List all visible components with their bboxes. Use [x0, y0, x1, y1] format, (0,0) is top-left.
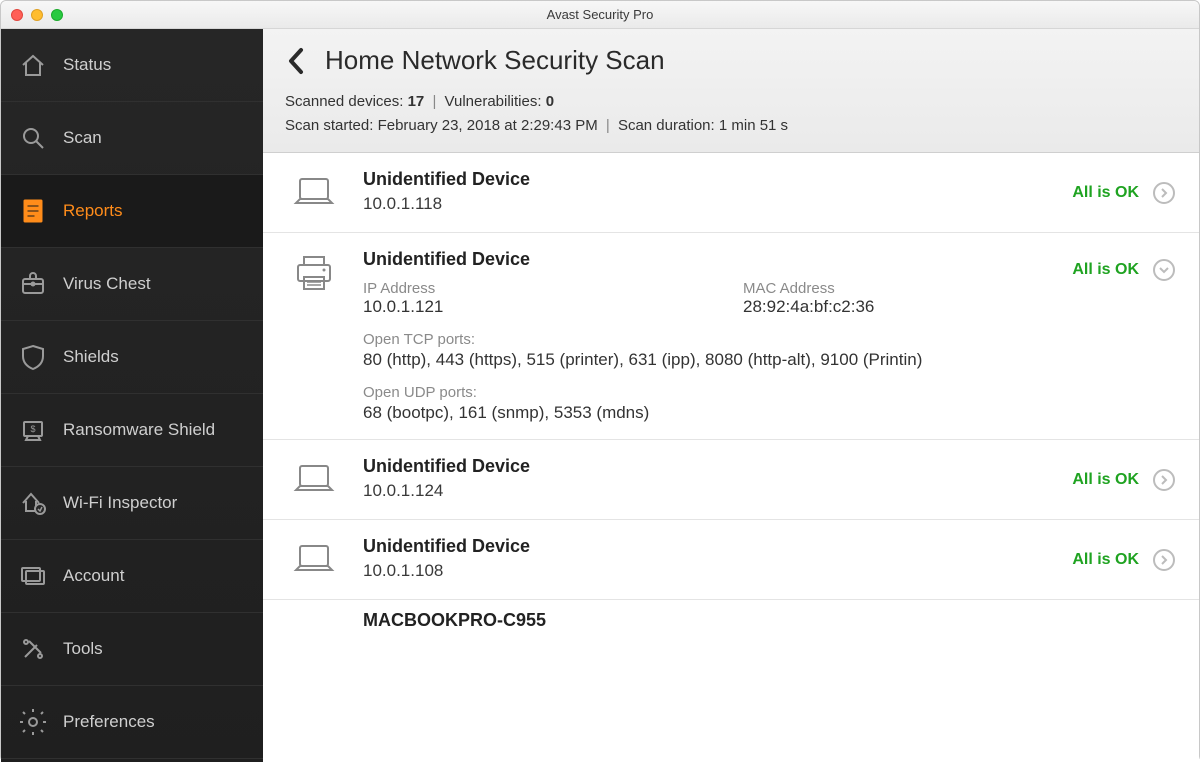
tcp-ports-label: Open TCP ports:	[363, 331, 1048, 348]
chevron-right-icon	[1159, 188, 1169, 198]
vuln-label: Vulnerabilities:	[445, 93, 542, 110]
device-ip: 10.0.1.118	[363, 194, 1048, 214]
wifi-icon	[19, 489, 47, 517]
device-name: Unidentified Device	[363, 169, 1048, 190]
status-badge: All is OK	[1072, 184, 1139, 202]
sidebar-item-label: Wi-Fi Inspector	[63, 493, 177, 513]
tcp-ports-value: 80 (http), 443 (https), 515 (printer), 6…	[363, 350, 1048, 370]
minimize-window-button[interactable]	[31, 9, 43, 21]
sidebar-item-label: Account	[63, 566, 124, 586]
device-ip: 10.0.1.121	[363, 297, 743, 317]
chevron-left-icon	[285, 46, 307, 76]
status-badge: All is OK	[1072, 261, 1139, 279]
scan-duration-label: Scan duration:	[618, 117, 715, 134]
page-title: Home Network Security Scan	[325, 45, 665, 76]
device-row[interactable]: Unidentified Device 10.0.1.124 All is OK	[263, 440, 1199, 520]
status-badge: All is OK	[1072, 471, 1139, 489]
search-icon	[19, 124, 47, 152]
scanned-label: Scanned devices:	[285, 93, 403, 110]
printer-icon	[292, 255, 336, 295]
sidebar-item-scan[interactable]: Scan	[1, 102, 263, 175]
sidebar: Status Scan Reports Virus Chest Shields …	[1, 29, 263, 762]
sidebar-item-account[interactable]: Account	[1, 540, 263, 613]
sidebar-item-label: Scan	[63, 128, 102, 148]
scan-started-value: February 23, 2018 at 2:29:43 PM	[378, 117, 598, 134]
close-window-button[interactable]	[11, 9, 23, 21]
device-list[interactable]: Unidentified Device 10.0.1.118 All is OK	[263, 153, 1199, 762]
ip-label: IP Address	[363, 280, 743, 297]
sidebar-item-wifi-inspector[interactable]: Wi-Fi Inspector	[1, 467, 263, 540]
expand-button[interactable]	[1153, 182, 1175, 204]
sidebar-item-label: Status	[63, 55, 111, 75]
device-name: Unidentified Device	[363, 536, 1048, 557]
window-title: Avast Security Pro	[1, 7, 1199, 22]
sidebar-item-ransomware-shield[interactable]: $ Ransomware Shield	[1, 394, 263, 467]
sidebar-item-label: Preferences	[63, 712, 155, 732]
sidebar-item-label: Virus Chest	[63, 274, 151, 294]
udp-ports-value: 68 (bootpc), 161 (snmp), 5353 (mdns)	[363, 403, 1048, 423]
chevron-right-icon	[1159, 555, 1169, 565]
device-row[interactable]: Unidentified Device IP Address 10.0.1.12…	[263, 233, 1199, 440]
chest-icon	[19, 270, 47, 298]
laptop-icon	[292, 542, 336, 578]
ransomware-shield-icon: $	[19, 416, 47, 444]
laptop-icon	[292, 462, 336, 498]
gear-icon	[19, 708, 47, 736]
laptop-icon	[292, 175, 336, 211]
sidebar-item-virus-chest[interactable]: Virus Chest	[1, 248, 263, 321]
chevron-right-icon	[1159, 475, 1169, 485]
device-ip: 10.0.1.124	[363, 481, 1048, 501]
main-header: Home Network Security Scan Scanned devic…	[263, 29, 1199, 153]
back-button[interactable]	[285, 46, 307, 76]
device-name: MACBOOKPRO-C955	[263, 600, 1199, 631]
sidebar-item-label: Reports	[63, 201, 123, 221]
udp-ports-label: Open UDP ports:	[363, 384, 1048, 401]
home-icon	[19, 51, 47, 79]
sidebar-item-label: Tools	[63, 639, 103, 659]
device-row[interactable]: Unidentified Device 10.0.1.118 All is OK	[263, 153, 1199, 233]
window-controls	[1, 9, 63, 21]
zoom-window-button[interactable]	[51, 9, 63, 21]
titlebar: Avast Security Pro	[1, 1, 1199, 29]
sidebar-item-reports[interactable]: Reports	[1, 175, 263, 248]
scan-stats: Scanned devices: 17 | Vulnerabilities: 0…	[263, 82, 1199, 152]
sidebar-item-status[interactable]: Status	[1, 29, 263, 102]
sidebar-item-shields[interactable]: Shields	[1, 321, 263, 394]
sidebar-item-preferences[interactable]: Preferences	[1, 686, 263, 759]
main-panel: Home Network Security Scan Scanned devic…	[263, 29, 1199, 762]
mac-label: MAC Address	[743, 280, 1048, 297]
device-name: Unidentified Device	[363, 456, 1048, 477]
expand-button[interactable]	[1153, 549, 1175, 571]
device-row[interactable]: Unidentified Device 10.0.1.108 All is OK	[263, 520, 1199, 600]
device-mac: 28:92:4a:bf:c2:36	[743, 297, 1048, 317]
scan-duration-value: 1 min 51 s	[719, 117, 788, 134]
scanned-count: 17	[408, 93, 425, 110]
sidebar-item-label: Shields	[63, 347, 119, 367]
sidebar-item-label: Ransomware Shield	[63, 420, 215, 440]
device-ip: 10.0.1.108	[363, 561, 1048, 581]
device-name: Unidentified Device	[363, 249, 1048, 270]
scan-started-label: Scan started:	[285, 117, 373, 134]
document-icon	[19, 197, 47, 225]
status-badge: All is OK	[1072, 551, 1139, 569]
sidebar-item-tools[interactable]: Tools	[1, 613, 263, 686]
tools-icon	[19, 635, 47, 663]
collapse-button[interactable]	[1153, 259, 1175, 281]
account-icon	[19, 562, 47, 590]
chevron-down-icon	[1159, 265, 1169, 275]
expand-button[interactable]	[1153, 469, 1175, 491]
shield-icon	[19, 343, 47, 371]
vuln-count: 0	[546, 93, 554, 110]
svg-text:$: $	[30, 424, 35, 434]
